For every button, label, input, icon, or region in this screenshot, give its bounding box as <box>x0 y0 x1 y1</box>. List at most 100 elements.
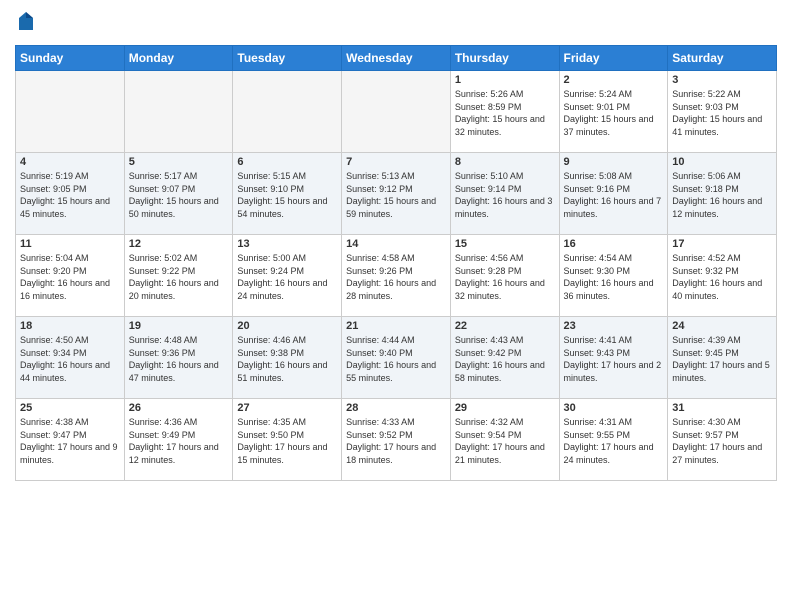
day-number: 22 <box>455 320 555 332</box>
calendar-day: 29 Sunrise: 4:32 AM Sunset: 9:54 PM Dayl… <box>450 399 559 481</box>
calendar-day: 16 Sunrise: 4:54 AM Sunset: 9:30 PM Dayl… <box>559 235 668 317</box>
calendar-day: 1 Sunrise: 5:26 AM Sunset: 8:59 PM Dayli… <box>450 71 559 153</box>
calendar-day: 6 Sunrise: 5:15 AM Sunset: 9:10 PM Dayli… <box>233 153 342 235</box>
day-number: 13 <box>237 238 337 250</box>
calendar-day <box>233 71 342 153</box>
day-number: 19 <box>129 320 229 332</box>
day-info: Sunrise: 5:15 AM Sunset: 9:10 PM Dayligh… <box>237 170 337 220</box>
day-info: Sunrise: 5:17 AM Sunset: 9:07 PM Dayligh… <box>129 170 229 220</box>
day-header-sunday: Sunday <box>16 46 125 71</box>
day-info: Sunrise: 5:24 AM Sunset: 9:01 PM Dayligh… <box>564 88 664 138</box>
day-info: Sunrise: 4:43 AM Sunset: 9:42 PM Dayligh… <box>455 334 555 384</box>
day-number: 9 <box>564 156 664 168</box>
calendar-day: 4 Sunrise: 5:19 AM Sunset: 9:05 PM Dayli… <box>16 153 125 235</box>
day-info: Sunrise: 5:19 AM Sunset: 9:05 PM Dayligh… <box>20 170 120 220</box>
calendar-day: 13 Sunrise: 5:00 AM Sunset: 9:24 PM Dayl… <box>233 235 342 317</box>
calendar-day: 30 Sunrise: 4:31 AM Sunset: 9:55 PM Dayl… <box>559 399 668 481</box>
day-number: 15 <box>455 238 555 250</box>
calendar-day: 20 Sunrise: 4:46 AM Sunset: 9:38 PM Dayl… <box>233 317 342 399</box>
calendar-day: 28 Sunrise: 4:33 AM Sunset: 9:52 PM Dayl… <box>342 399 451 481</box>
calendar-day: 31 Sunrise: 4:30 AM Sunset: 9:57 PM Dayl… <box>668 399 777 481</box>
calendar-day: 7 Sunrise: 5:13 AM Sunset: 9:12 PM Dayli… <box>342 153 451 235</box>
calendar-day: 15 Sunrise: 4:56 AM Sunset: 9:28 PM Dayl… <box>450 235 559 317</box>
day-number: 25 <box>20 402 120 414</box>
calendar-day: 19 Sunrise: 4:48 AM Sunset: 9:36 PM Dayl… <box>124 317 233 399</box>
day-number: 8 <box>455 156 555 168</box>
day-header-monday: Monday <box>124 46 233 71</box>
calendar-day: 18 Sunrise: 4:50 AM Sunset: 9:34 PM Dayl… <box>16 317 125 399</box>
day-info: Sunrise: 4:35 AM Sunset: 9:50 PM Dayligh… <box>237 416 337 466</box>
day-number: 17 <box>672 238 772 250</box>
day-header-thursday: Thursday <box>450 46 559 71</box>
day-number: 23 <box>564 320 664 332</box>
calendar-week-2: 4 Sunrise: 5:19 AM Sunset: 9:05 PM Dayli… <box>16 153 777 235</box>
day-info: Sunrise: 4:36 AM Sunset: 9:49 PM Dayligh… <box>129 416 229 466</box>
calendar-day: 17 Sunrise: 4:52 AM Sunset: 9:32 PM Dayl… <box>668 235 777 317</box>
logo-icon <box>17 10 35 32</box>
calendar-day: 10 Sunrise: 5:06 AM Sunset: 9:18 PM Dayl… <box>668 153 777 235</box>
day-info: Sunrise: 4:58 AM Sunset: 9:26 PM Dayligh… <box>346 252 446 302</box>
day-info: Sunrise: 4:44 AM Sunset: 9:40 PM Dayligh… <box>346 334 446 384</box>
day-number: 31 <box>672 402 772 414</box>
day-info: Sunrise: 4:38 AM Sunset: 9:47 PM Dayligh… <box>20 416 120 466</box>
day-number: 24 <box>672 320 772 332</box>
day-number: 6 <box>237 156 337 168</box>
calendar-week-3: 11 Sunrise: 5:04 AM Sunset: 9:20 PM Dayl… <box>16 235 777 317</box>
day-number: 30 <box>564 402 664 414</box>
day-header-friday: Friday <box>559 46 668 71</box>
day-info: Sunrise: 5:04 AM Sunset: 9:20 PM Dayligh… <box>20 252 120 302</box>
calendar-table: SundayMondayTuesdayWednesdayThursdayFrid… <box>15 45 777 481</box>
calendar-day: 23 Sunrise: 4:41 AM Sunset: 9:43 PM Dayl… <box>559 317 668 399</box>
calendar-day: 26 Sunrise: 4:36 AM Sunset: 9:49 PM Dayl… <box>124 399 233 481</box>
calendar-day: 5 Sunrise: 5:17 AM Sunset: 9:07 PM Dayli… <box>124 153 233 235</box>
day-info: Sunrise: 4:54 AM Sunset: 9:30 PM Dayligh… <box>564 252 664 302</box>
day-info: Sunrise: 4:41 AM Sunset: 9:43 PM Dayligh… <box>564 334 664 384</box>
day-number: 4 <box>20 156 120 168</box>
day-info: Sunrise: 4:31 AM Sunset: 9:55 PM Dayligh… <box>564 416 664 466</box>
calendar-week-5: 25 Sunrise: 4:38 AM Sunset: 9:47 PM Dayl… <box>16 399 777 481</box>
calendar-day: 27 Sunrise: 4:35 AM Sunset: 9:50 PM Dayl… <box>233 399 342 481</box>
day-info: Sunrise: 5:10 AM Sunset: 9:14 PM Dayligh… <box>455 170 555 220</box>
day-info: Sunrise: 5:06 AM Sunset: 9:18 PM Dayligh… <box>672 170 772 220</box>
day-number: 1 <box>455 74 555 86</box>
day-info: Sunrise: 5:02 AM Sunset: 9:22 PM Dayligh… <box>129 252 229 302</box>
day-info: Sunrise: 4:52 AM Sunset: 9:32 PM Dayligh… <box>672 252 772 302</box>
day-number: 20 <box>237 320 337 332</box>
day-header-saturday: Saturday <box>668 46 777 71</box>
day-header-tuesday: Tuesday <box>233 46 342 71</box>
calendar-day <box>16 71 125 153</box>
day-number: 18 <box>20 320 120 332</box>
calendar-day: 25 Sunrise: 4:38 AM Sunset: 9:47 PM Dayl… <box>16 399 125 481</box>
day-info: Sunrise: 4:33 AM Sunset: 9:52 PM Dayligh… <box>346 416 446 466</box>
calendar-week-1: 1 Sunrise: 5:26 AM Sunset: 8:59 PM Dayli… <box>16 71 777 153</box>
day-info: Sunrise: 4:32 AM Sunset: 9:54 PM Dayligh… <box>455 416 555 466</box>
day-number: 2 <box>564 74 664 86</box>
calendar-day: 2 Sunrise: 5:24 AM Sunset: 9:01 PM Dayli… <box>559 71 668 153</box>
calendar-day: 11 Sunrise: 5:04 AM Sunset: 9:20 PM Dayl… <box>16 235 125 317</box>
calendar-day: 21 Sunrise: 4:44 AM Sunset: 9:40 PM Dayl… <box>342 317 451 399</box>
day-number: 5 <box>129 156 229 168</box>
day-info: Sunrise: 5:08 AM Sunset: 9:16 PM Dayligh… <box>564 170 664 220</box>
day-info: Sunrise: 4:48 AM Sunset: 9:36 PM Dayligh… <box>129 334 229 384</box>
day-number: 16 <box>564 238 664 250</box>
day-number: 10 <box>672 156 772 168</box>
day-info: Sunrise: 5:13 AM Sunset: 9:12 PM Dayligh… <box>346 170 446 220</box>
day-number: 11 <box>20 238 120 250</box>
calendar-day: 12 Sunrise: 5:02 AM Sunset: 9:22 PM Dayl… <box>124 235 233 317</box>
day-number: 21 <box>346 320 446 332</box>
day-info: Sunrise: 4:56 AM Sunset: 9:28 PM Dayligh… <box>455 252 555 302</box>
calendar-day: 24 Sunrise: 4:39 AM Sunset: 9:45 PM Dayl… <box>668 317 777 399</box>
header <box>15 10 777 37</box>
day-number: 27 <box>237 402 337 414</box>
day-number: 12 <box>129 238 229 250</box>
calendar-day: 8 Sunrise: 5:10 AM Sunset: 9:14 PM Dayli… <box>450 153 559 235</box>
day-number: 7 <box>346 156 446 168</box>
day-number: 3 <box>672 74 772 86</box>
day-number: 14 <box>346 238 446 250</box>
calendar-day <box>124 71 233 153</box>
day-info: Sunrise: 5:22 AM Sunset: 9:03 PM Dayligh… <box>672 88 772 138</box>
day-info: Sunrise: 4:39 AM Sunset: 9:45 PM Dayligh… <box>672 334 772 384</box>
day-header-wednesday: Wednesday <box>342 46 451 71</box>
calendar-day: 3 Sunrise: 5:22 AM Sunset: 9:03 PM Dayli… <box>668 71 777 153</box>
day-info: Sunrise: 4:50 AM Sunset: 9:34 PM Dayligh… <box>20 334 120 384</box>
